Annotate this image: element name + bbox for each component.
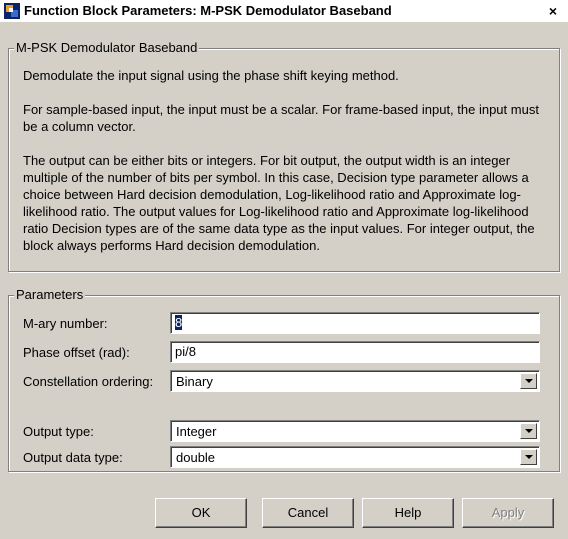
chevron-down-icon[interactable] <box>520 449 537 465</box>
parameters-group: Parameters M-ary number: 8 Phase offset … <box>8 287 560 472</box>
window-title: Function Block Parameters: M-PSK Demodul… <box>24 3 392 18</box>
mary-number-input[interactable]: 8 <box>170 312 540 334</box>
parameters-group-title: Parameters <box>14 287 86 302</box>
constellation-ordering-select[interactable]: Binary <box>170 370 540 392</box>
description-paragraph-1: Demodulate the input signal using the ph… <box>23 68 399 83</box>
dialog-body: M-PSK Demodulator Baseband Demodulate th… <box>0 22 568 539</box>
close-icon: × <box>548 3 558 19</box>
close-button[interactable]: × <box>544 2 562 20</box>
output-data-type-select[interactable]: double <box>170 446 540 468</box>
output-data-type-label: Output data type: <box>23 450 123 465</box>
output-type-value: Integer <box>176 424 217 439</box>
description-group-title: M-PSK Demodulator Baseband <box>14 40 200 55</box>
output-data-type-value: double <box>176 450 216 465</box>
phase-offset-label: Phase offset (rad): <box>23 345 130 360</box>
mary-number-label: M-ary number: <box>23 316 108 331</box>
ok-button[interactable]: OK <box>155 498 247 528</box>
simulink-block-icon <box>4 3 20 19</box>
title-bar: Function Block Parameters: M-PSK Demodul… <box>0 0 568 22</box>
description-paragraph-3: The output can be either bits or integer… <box>23 153 535 253</box>
phase-offset-value: pi/8 <box>175 344 196 359</box>
mary-number-value: 8 <box>175 315 183 330</box>
output-type-label: Output type: <box>23 424 94 439</box>
constellation-ordering-label: Constellation ordering: <box>23 374 154 389</box>
phase-offset-input[interactable]: pi/8 <box>170 341 540 363</box>
chevron-down-icon[interactable] <box>520 423 537 439</box>
description-group: M-PSK Demodulator Baseband Demodulate th… <box>8 40 560 272</box>
constellation-ordering-value: Binary <box>176 374 213 389</box>
cancel-button[interactable]: Cancel <box>262 498 354 528</box>
apply-button[interactable]: Apply <box>462 498 554 528</box>
help-button[interactable]: Help <box>362 498 454 528</box>
chevron-down-icon[interactable] <box>520 373 537 389</box>
description-paragraph-2: For sample-based input, the input must b… <box>23 102 539 134</box>
output-type-select[interactable]: Integer <box>170 420 540 442</box>
